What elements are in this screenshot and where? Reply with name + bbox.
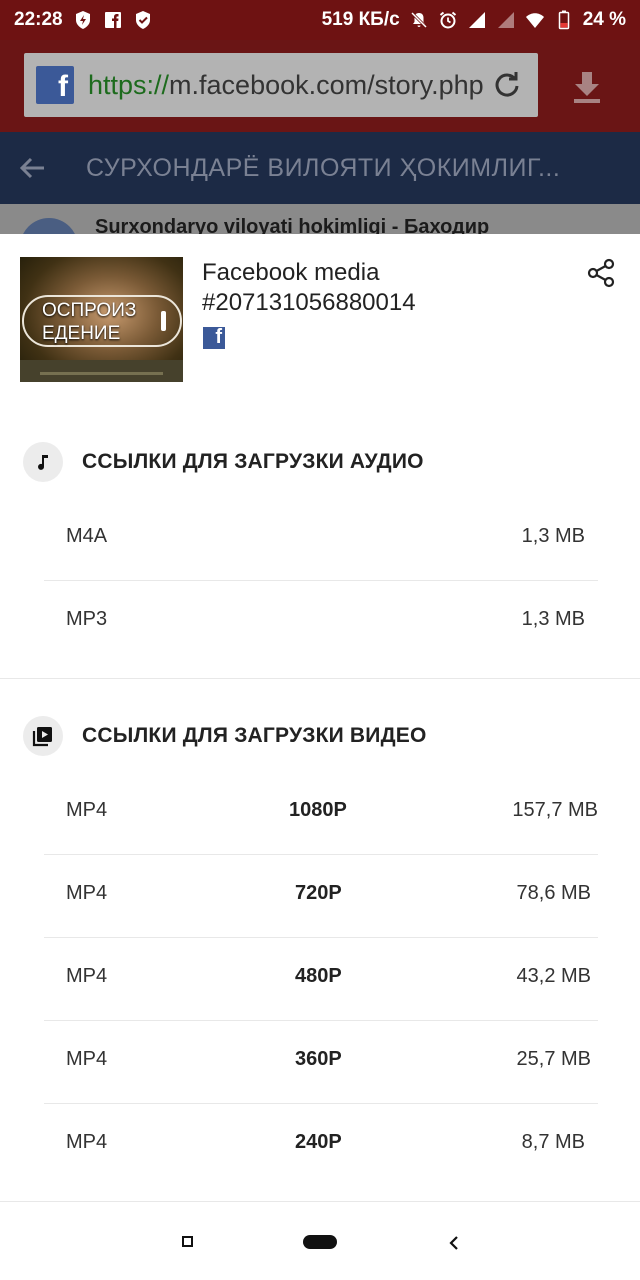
quality-label: 240P [295, 1131, 342, 1153]
status-time: 22:28 [14, 9, 63, 30]
back-button[interactable] [0, 154, 64, 182]
status-bar: 22:28 519 КБ/с 24 % [0, 0, 640, 40]
post-author: Surxondaryo viloyati hokimligi - Баходир [95, 216, 490, 234]
download-sheet: ОСПРОИЗ ЕДЕНИЕ Facebook media #207131056… [0, 234, 640, 1204]
arrow-left-icon [19, 157, 44, 179]
back-nav-icon[interactable] [444, 1233, 464, 1253]
wifi-icon [525, 10, 545, 30]
format-label: M4A [66, 525, 108, 547]
recents-button[interactable] [182, 1236, 193, 1247]
mute-icon [409, 10, 429, 30]
video-download-row[interactable]: MP4 240P 8,7 MB [44, 1104, 598, 1187]
audio-download-row[interactable]: M4A 1,3 MB [44, 498, 598, 581]
format-label: MP4 [66, 882, 108, 904]
video-download-row[interactable]: MP4 1080P 157,7 MB [44, 772, 598, 855]
video-section-header: ССЫЛКИ ДЛЯ ЗАГРУЗКИ ВИДЕО [0, 706, 640, 766]
format-label: MP3 [66, 608, 108, 630]
battery-percent: 24 % [582, 9, 626, 30]
video-library-icon [23, 716, 63, 756]
quality-label: 720P [295, 882, 342, 904]
video-thumbnail[interactable]: ОСПРОИЗ ЕДЕНИЕ [20, 257, 183, 382]
page-header: СУРХОНДАРЁ ВИЛОЯТИ ҲОКИМЛИГ... [0, 132, 640, 204]
audio-section-header: ССЫЛКИ ДЛЯ ЗАГРУЗКИ АУДИО [0, 432, 640, 492]
url-scheme: https:// [88, 69, 170, 100]
signal-icon [467, 10, 487, 30]
thumbnail-caption-strip [20, 360, 183, 382]
url-text[interactable]: https://m.facebook.com/story.php [88, 70, 486, 101]
reload-icon[interactable] [492, 70, 522, 100]
alarm-icon [438, 10, 458, 30]
url-path: m.facebook.com/story.php [169, 69, 484, 100]
shield-bolt-icon [73, 10, 93, 30]
share-icon[interactable] [586, 258, 616, 288]
file-size: 25,7 MB [516, 1048, 591, 1070]
music-note-icon [23, 442, 63, 482]
section-divider [0, 1201, 640, 1202]
file-size: 43,2 MB [516, 965, 591, 987]
browser-toolbar: f https://m.facebook.com/story.php [0, 40, 640, 132]
section-divider [0, 678, 640, 679]
pill-bar-icon [161, 311, 166, 331]
play-button[interactable]: ОСПРОИЗ ЕДЕНИЕ [22, 295, 182, 347]
facebook-icon: f [203, 326, 225, 349]
video-download-row[interactable]: MP4 360P 25,7 MB [44, 1021, 598, 1104]
audio-section-title: ССЫЛКИ ДЛЯ ЗАГРУЗКИ АУДИО [82, 450, 424, 473]
battery-icon [554, 10, 574, 30]
signal-icon [496, 10, 516, 30]
quality-label: 360P [295, 1048, 342, 1070]
video-section-title: ССЫЛКИ ДЛЯ ЗАГРУЗКИ ВИДЕО [82, 724, 427, 747]
shield-check-icon [133, 10, 153, 30]
facebook-icon [103, 10, 123, 30]
media-title: Facebook media #207131056880014 [202, 259, 416, 316]
format-label: MP4 [66, 799, 108, 821]
file-size: 78,6 MB [516, 882, 591, 904]
file-size: 8,7 MB [521, 1131, 585, 1153]
page-title: СУРХОНДАРЁ ВИЛОЯТИ ҲОКИМЛИГ... [86, 153, 561, 182]
file-size: 157,7 MB [512, 799, 598, 821]
media-header: ОСПРОИЗ ЕДЕНИЕ Facebook media #207131056… [0, 234, 640, 394]
video-download-row[interactable]: MP4 480P 43,2 MB [44, 938, 598, 1021]
quality-label: 1080P [289, 799, 347, 821]
home-button[interactable] [303, 1235, 337, 1249]
avatar [20, 218, 78, 234]
system-nav-bar [0, 1204, 640, 1280]
post-preview: Surxondaryo viloyati hokimligi - Баходир [0, 204, 640, 234]
file-size: 1,3 MB [521, 525, 585, 547]
format-label: MP4 [66, 1131, 108, 1153]
quality-label: 480P [295, 965, 342, 987]
facebook-icon: f [36, 66, 74, 104]
video-download-row[interactable]: MP4 720P 78,6 MB [44, 855, 598, 938]
file-size: 1,3 MB [521, 608, 585, 630]
download-icon[interactable] [566, 66, 608, 108]
thumbnail-caption [40, 372, 163, 375]
network-speed: 519 КБ/с [321, 9, 400, 30]
format-label: MP4 [66, 965, 108, 987]
address-bar[interactable]: f https://m.facebook.com/story.php [24, 53, 538, 117]
format-label: MP4 [66, 1048, 108, 1070]
play-label: ОСПРОИЗ ЕДЕНИЕ [42, 300, 137, 344]
audio-download-row[interactable]: MP3 1,3 MB [44, 581, 598, 664]
